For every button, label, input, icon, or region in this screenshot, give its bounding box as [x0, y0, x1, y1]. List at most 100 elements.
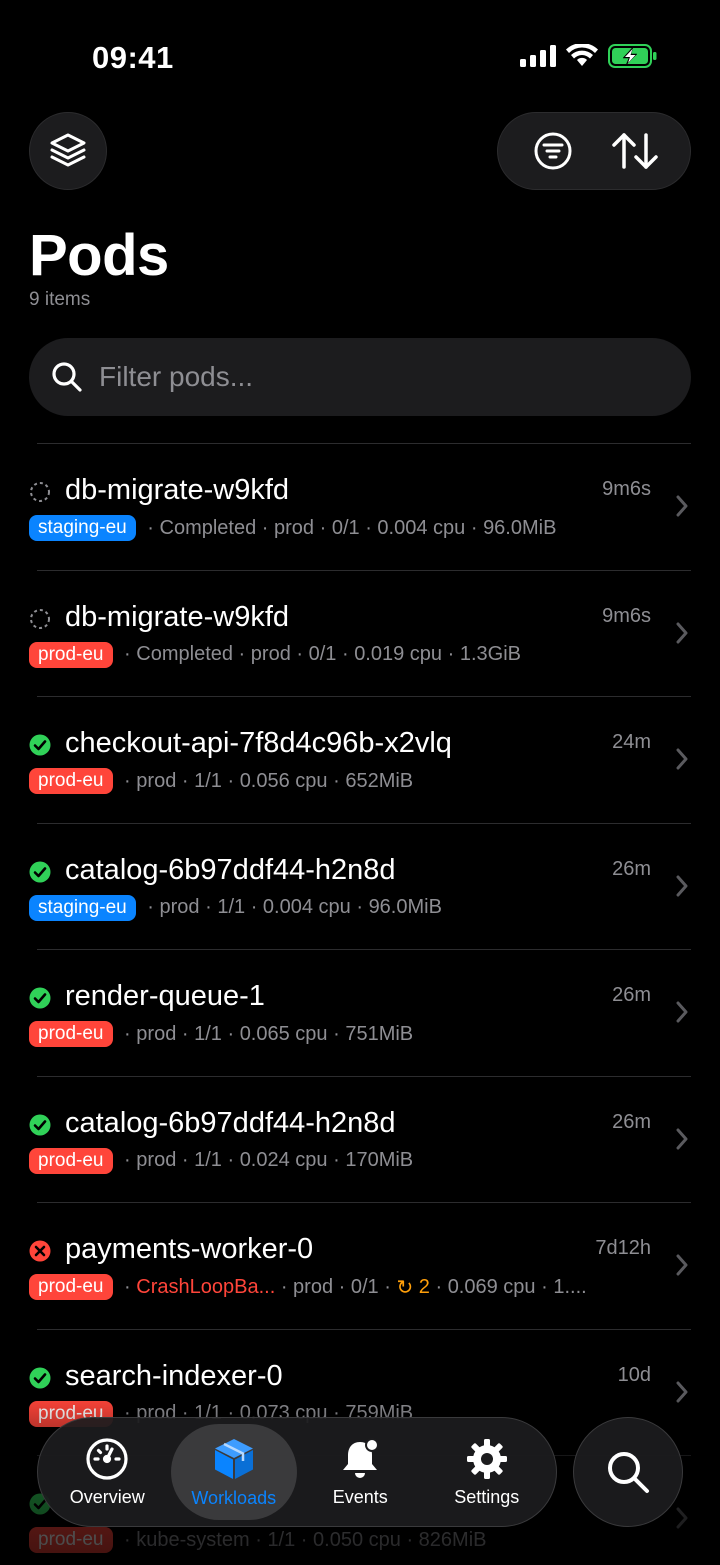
pod-row[interactable]: render-queue-1 26m prod-eu · prod · 1/1 …: [29, 949, 691, 1076]
cluster-badge: prod-eu: [29, 768, 113, 794]
pod-phase: CrashLoopBa...: [136, 1275, 276, 1298]
wifi-icon: [566, 44, 598, 66]
pod-namespace: prod: [136, 1149, 177, 1171]
layers-button[interactable]: [29, 112, 107, 190]
cluster-badge: staging-eu: [29, 894, 136, 921]
pod-meta: prod-eu · prod · 1/1 · 0.056 cpu · 652Mi…: [29, 768, 413, 794]
pod-ready: 1/1: [217, 896, 246, 918]
pod-row[interactable]: catalog-6b97ddf44-h2n8d 26m prod-eu · pr…: [29, 1075, 691, 1203]
running-status-icon: [29, 861, 51, 883]
pod-namespace: prod: [136, 1022, 177, 1045]
pod-memory: 1.3GiB: [459, 643, 521, 665]
chevron-right-icon: [676, 1128, 688, 1149]
tab-settings[interactable]: Settings: [424, 1424, 551, 1520]
chevron-right-icon: [676, 748, 688, 770]
status-icons: [520, 44, 658, 68]
pod-restarts: 2: [418, 1275, 430, 1298]
filter-button[interactable]: [518, 116, 588, 186]
pod-name: render-queue-1: [65, 980, 265, 1012]
pod-cpu: 0.069 cpu: [447, 1275, 536, 1298]
filter-icon: [534, 132, 572, 170]
pod-name: db-migrate-w9kfd: [65, 474, 290, 506]
gauge-icon: [86, 1437, 128, 1480]
running-status-icon: [29, 1114, 51, 1136]
pod-age: 24m: [612, 731, 651, 753]
pod-row[interactable]: checkout-api-7f8d4c96b-x2vlq 24m prod-eu…: [29, 696, 691, 823]
pod-age: 9m6s: [602, 604, 651, 627]
pod-meta: staging-eu · prod · 1/1 · 0.004 cpu · 96…: [29, 894, 442, 921]
pod-memory: 170MiB: [345, 1149, 414, 1171]
pod-namespace: prod: [159, 896, 200, 918]
pod-name: search-indexer-0: [65, 1359, 283, 1392]
chevron-right-icon: [676, 875, 688, 896]
cluster-badge: prod-eu: [29, 1021, 113, 1047]
pod-namespace: prod: [293, 1275, 334, 1298]
filter-input[interactable]: [99, 361, 659, 393]
tab-overview[interactable]: Overview: [44, 1424, 171, 1520]
header-actions: [497, 112, 691, 190]
sort-icon: [612, 133, 658, 169]
item-count: 9 items: [29, 289, 91, 310]
pod-ready: 1/1: [194, 769, 222, 792]
pod-age: 9m6s: [602, 478, 651, 500]
sort-button[interactable]: [600, 116, 670, 186]
chevron-right-icon: [676, 1254, 688, 1276]
tab-events[interactable]: Events: [297, 1424, 424, 1520]
completed-status-icon: [29, 608, 51, 630]
pod-cpu: 0.019 cpu: [354, 643, 443, 665]
filter-bar[interactable]: [29, 338, 691, 416]
cluster-badge: prod-eu: [29, 641, 113, 668]
pod-namespace: prod: [136, 769, 177, 792]
pod-meta: prod-eu · prod · 1/1 · 0.024 cpu · 170Mi…: [29, 1147, 414, 1174]
layers-icon: [50, 133, 86, 167]
pod-memory: 96.0MiB: [368, 896, 442, 918]
pod-age: 10d: [617, 1363, 651, 1386]
pod-cpu: 0.056 cpu: [239, 769, 328, 792]
running-status-icon: [29, 987, 51, 1009]
pod-name: checkout-api-7f8d4c96b-x2vlq: [65, 727, 452, 759]
restart-icon: ↻: [396, 1276, 414, 1299]
pod-meta: prod-eu · CrashLoopBa... · prod · 0/1 · …: [29, 1274, 587, 1300]
pod-cpu: 0.065 cpu: [239, 1022, 328, 1045]
chevron-right-icon: [676, 622, 688, 643]
completed-status-icon: [29, 481, 51, 503]
search-icon: [52, 362, 82, 392]
chevron-right-icon: [676, 495, 688, 517]
cluster-badge: staging-eu: [29, 515, 136, 541]
pod-cpu: 0.004 cpu: [262, 896, 351, 918]
tab-workloads[interactable]: Workloads: [170, 1424, 297, 1520]
pod-name: payments-worker-0: [65, 1233, 314, 1265]
tab-label: Workloads: [191, 1487, 277, 1508]
pod-ready: 1/1: [194, 1022, 222, 1045]
pod-meta: staging-eu · Completed · prod · 0/1 · 0.…: [29, 515, 556, 541]
pod-cpu: 0.024 cpu: [239, 1149, 328, 1171]
pod-memory: 652MiB: [345, 769, 414, 792]
tab-label: Overview: [69, 1486, 145, 1507]
search-button[interactable]: [573, 1417, 683, 1527]
pod-age: 26m: [612, 857, 651, 880]
chevron-right-icon: [676, 1001, 688, 1023]
tab-label: Events: [332, 1486, 388, 1507]
pod-ready: 0/1: [331, 516, 360, 539]
pod-namespace: prod: [274, 516, 315, 539]
search-icon: [608, 1452, 649, 1493]
pod-phase: Completed: [159, 516, 257, 539]
signal-icon: [520, 45, 556, 67]
pod-memory: 1....: [553, 1275, 587, 1298]
status-bar: 09:41: [0, 0, 720, 112]
pod-row[interactable]: db-migrate-w9kfd 9m6s prod-eu · Complete…: [29, 569, 691, 697]
running-status-icon: [29, 734, 51, 756]
pod-row[interactable]: catalog-6b97ddf44-h2n8d 26m staging-eu ·…: [29, 822, 691, 950]
gear-icon: [466, 1438, 507, 1479]
status-time: 09:41: [92, 40, 174, 75]
pod-row[interactable]: db-migrate-w9kfd 9m6s staging-eu · Compl…: [29, 443, 691, 570]
pod-meta: prod-eu · Completed · prod · 0/1 · 0.019…: [29, 641, 521, 668]
battery-charging-icon: [608, 44, 657, 68]
pod-name: db-migrate-w9kfd: [65, 600, 290, 633]
pod-meta: prod-eu · prod · 1/1 · 0.065 cpu · 751Mi…: [29, 1021, 413, 1047]
running-status-icon: [29, 1367, 51, 1389]
pod-memory: 96.0MiB: [483, 516, 557, 539]
tab-bar: Overview Workloads Events Settings: [37, 1417, 557, 1527]
pod-age: 26m: [612, 1110, 651, 1133]
pod-row[interactable]: payments-worker-0 7d12h prod-eu · CrashL…: [29, 1202, 691, 1329]
